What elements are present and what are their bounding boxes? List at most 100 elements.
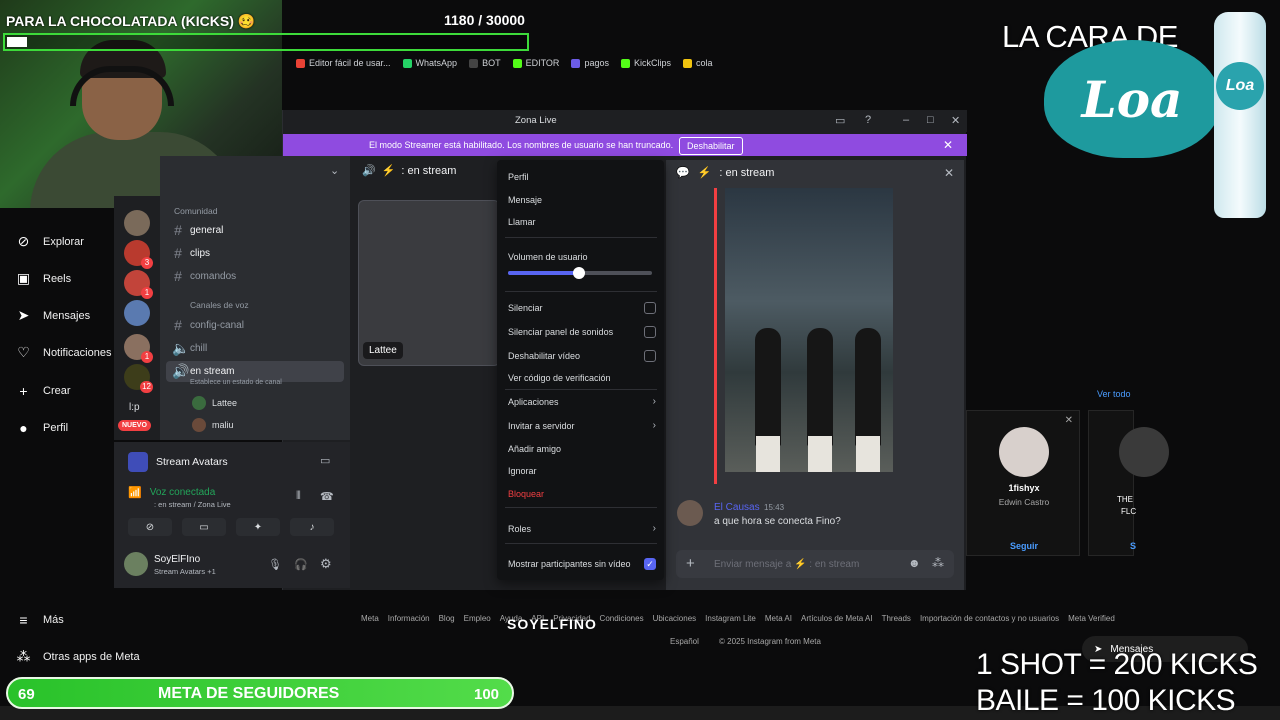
menu-item-message[interactable]: Mensaje: [508, 195, 656, 205]
chevron-down-icon[interactable]: ⌄: [330, 164, 339, 177]
checkbox[interactable]: [644, 350, 656, 362]
footer-link[interactable]: Instagram Lite: [705, 614, 756, 623]
menu-item-verification-code[interactable]: Ver código de verificación: [508, 373, 656, 383]
menu-item-call[interactable]: Llamar: [508, 217, 656, 227]
language-select[interactable]: Español: [670, 637, 699, 646]
server-icon[interactable]: 1: [124, 270, 153, 299]
nav-notificaciones[interactable]: ♡ Notificaciones: [16, 344, 111, 360]
menu-item-mute-soundboard[interactable]: Silenciar panel de sonidos: [508, 326, 656, 338]
disconnect-icon[interactable]: ☎: [320, 490, 334, 503]
voice-member[interactable]: Lattee: [192, 396, 237, 410]
avatar[interactable]: [999, 427, 1049, 477]
footer-link[interactable]: Artículos de Meta AI: [801, 614, 873, 623]
message-author[interactable]: El Causas: [714, 502, 760, 513]
avatar[interactable]: [677, 500, 703, 526]
user-volume-slider[interactable]: [508, 267, 652, 279]
channel-chill[interactable]: 🔈 chill: [172, 340, 342, 357]
disable-streamer-button[interactable]: Deshabilitar: [679, 137, 743, 155]
menu-item-profile[interactable]: Perfil: [508, 172, 656, 182]
screen-icon[interactable]: ▭: [835, 114, 845, 127]
maximize-icon[interactable]: □: [927, 114, 934, 126]
footer-link[interactable]: Condiciones: [600, 614, 644, 623]
checkbox-checked[interactable]: ✓: [644, 558, 656, 570]
nav-explorar[interactable]: ⊘ Explorar: [16, 233, 84, 249]
avatar[interactable]: [1119, 427, 1169, 477]
channel-status-hint[interactable]: Establece un estado de canal: [190, 379, 282, 386]
follow-button[interactable]: Seguir: [967, 541, 1081, 551]
plus-icon[interactable]: +: [686, 555, 695, 572]
minimize-icon[interactable]: –: [903, 114, 909, 126]
bookmark-item[interactable]: cola: [682, 58, 713, 68]
close-chat-icon[interactable]: ✕: [944, 166, 954, 180]
footer-link[interactable]: Meta Verified: [1068, 614, 1115, 623]
nav-reels[interactable]: ▣ Reels: [16, 270, 71, 286]
channel-clips[interactable]: # clips: [172, 245, 342, 261]
close-icon[interactable]: ✕: [951, 114, 960, 127]
channel-comandos[interactable]: # comandos: [172, 268, 342, 284]
category-voice[interactable]: Canales de voz: [190, 300, 249, 310]
attachment-image[interactable]: [725, 188, 893, 472]
avatar[interactable]: [124, 552, 148, 576]
footer-link[interactable]: Ubicaciones: [653, 614, 697, 623]
menu-item-disable-video[interactable]: Deshabilitar vídeo: [508, 350, 656, 362]
voice-member[interactable]: maliu: [192, 418, 234, 432]
gear-icon[interactable]: ⚙: [320, 556, 332, 572]
volume-handle[interactable]: [572, 267, 585, 279]
server-icon[interactable]: 12: [124, 364, 153, 393]
menu-item-mute[interactable]: Silenciar: [508, 302, 656, 314]
menu-item-block[interactable]: Bloquear: [508, 489, 656, 499]
menu-item-add-friend[interactable]: Añadir amigo: [508, 444, 656, 454]
activities-button[interactable]: ✦: [236, 518, 280, 536]
server-icon[interactable]: 1: [124, 334, 153, 363]
footer-link[interactable]: Blog: [439, 614, 455, 623]
nav-meta-apps[interactable]: ⁂ Otras apps de Meta: [16, 648, 140, 664]
server-label[interactable]: l:p: [129, 402, 140, 413]
bookmark-item[interactable]: WhatsApp: [402, 58, 457, 68]
footer-link[interactable]: Empleo: [464, 614, 491, 623]
activity-row[interactable]: Stream Avatars: [128, 452, 228, 472]
bookmark-item[interactable]: Editor fácil de usar...: [296, 58, 391, 68]
soundboard-button[interactable]: ♪: [290, 518, 334, 536]
server-icon[interactable]: [124, 210, 150, 236]
close-banner-icon[interactable]: ✕: [943, 138, 953, 152]
footer-link[interactable]: Threads: [882, 614, 911, 623]
footer-link[interactable]: Meta AI: [765, 614, 792, 623]
user-name[interactable]: SoyElFIno: [154, 554, 200, 565]
checkbox[interactable]: [644, 302, 656, 314]
server-icon[interactable]: 3: [124, 240, 153, 269]
headphones-icon[interactable]: 🎧: [294, 558, 308, 571]
nav-mensajes[interactable]: ➤ Mensajes: [16, 307, 90, 323]
screen-share-icon[interactable]: ▭: [320, 454, 330, 467]
suggestion-handle[interactable]: THE: [1117, 495, 1133, 504]
nav-crear[interactable]: + Crear: [16, 383, 70, 399]
see-all-link[interactable]: Ver todo: [1097, 389, 1131, 399]
menu-item-ignore[interactable]: Ignorar: [508, 466, 656, 476]
menu-item-apps[interactable]: Aplicaciones ›: [508, 396, 656, 407]
bookmark-item[interactable]: KickClips: [620, 58, 671, 68]
emoji-icon[interactable]: ☻: [908, 556, 921, 570]
menu-item-invite[interactable]: Invitar a servidor ›: [508, 420, 656, 431]
category-community[interactable]: Comunidad: [174, 206, 217, 216]
server-icon[interactable]: [124, 300, 150, 326]
camera-toggle-button[interactable]: ⊘: [128, 518, 172, 536]
footer-link[interactable]: Meta: [361, 614, 379, 623]
participant-tile[interactable]: Lattee: [358, 200, 500, 366]
checkbox[interactable]: [644, 326, 656, 338]
footer-link[interactable]: Información: [388, 614, 430, 623]
channel-config-canal[interactable]: # config-canal: [172, 317, 342, 333]
mic-icon[interactable]: 🎙: [268, 558, 282, 571]
footer-link[interactable]: Importación de contactos y no usuarios: [920, 614, 1059, 623]
close-icon[interactable]: ✕: [1065, 415, 1073, 426]
share-screen-button[interactable]: ▭: [182, 518, 226, 536]
menu-item-show-participants[interactable]: Mostrar participantes sin vídeo ✓: [508, 558, 656, 570]
nav-mas[interactable]: ≡ Más: [16, 612, 63, 628]
menu-item-roles[interactable]: Roles ›: [508, 523, 656, 534]
suggestion-handle[interactable]: 1fishyx: [967, 483, 1081, 493]
channel-general[interactable]: # general: [172, 222, 342, 238]
apps-icon[interactable]: ⁂: [932, 556, 944, 570]
bookmark-item[interactable]: BOT: [469, 58, 501, 68]
noise-icon[interactable]: ⦀: [296, 490, 301, 503]
message-input[interactable]: + Enviar mensaje a ⚡ : en stream ☻ ⁂: [676, 550, 954, 578]
bookmark-item[interactable]: EDITOR: [512, 58, 559, 68]
help-icon[interactable]: ?: [865, 114, 871, 126]
